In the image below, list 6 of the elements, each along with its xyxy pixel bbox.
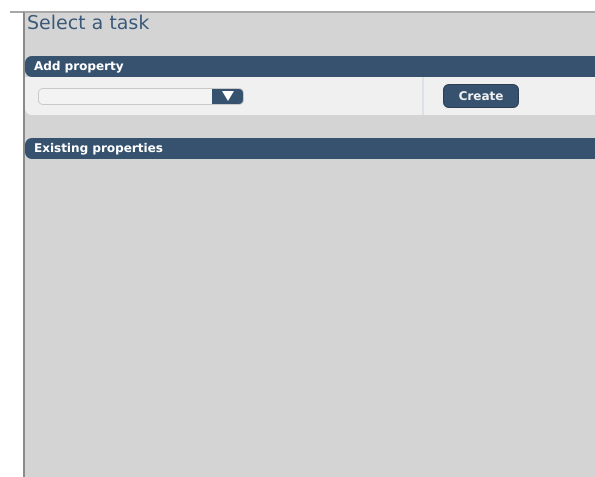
create-button[interactable]: Create — [443, 84, 519, 108]
section-header: Add property — [25, 56, 595, 77]
page-title: Select a task — [26, 12, 150, 34]
section-header: Existing properties — [25, 138, 595, 159]
dropdown-field[interactable] — [38, 88, 244, 104]
dropdown-arrow-icon — [222, 91, 234, 101]
